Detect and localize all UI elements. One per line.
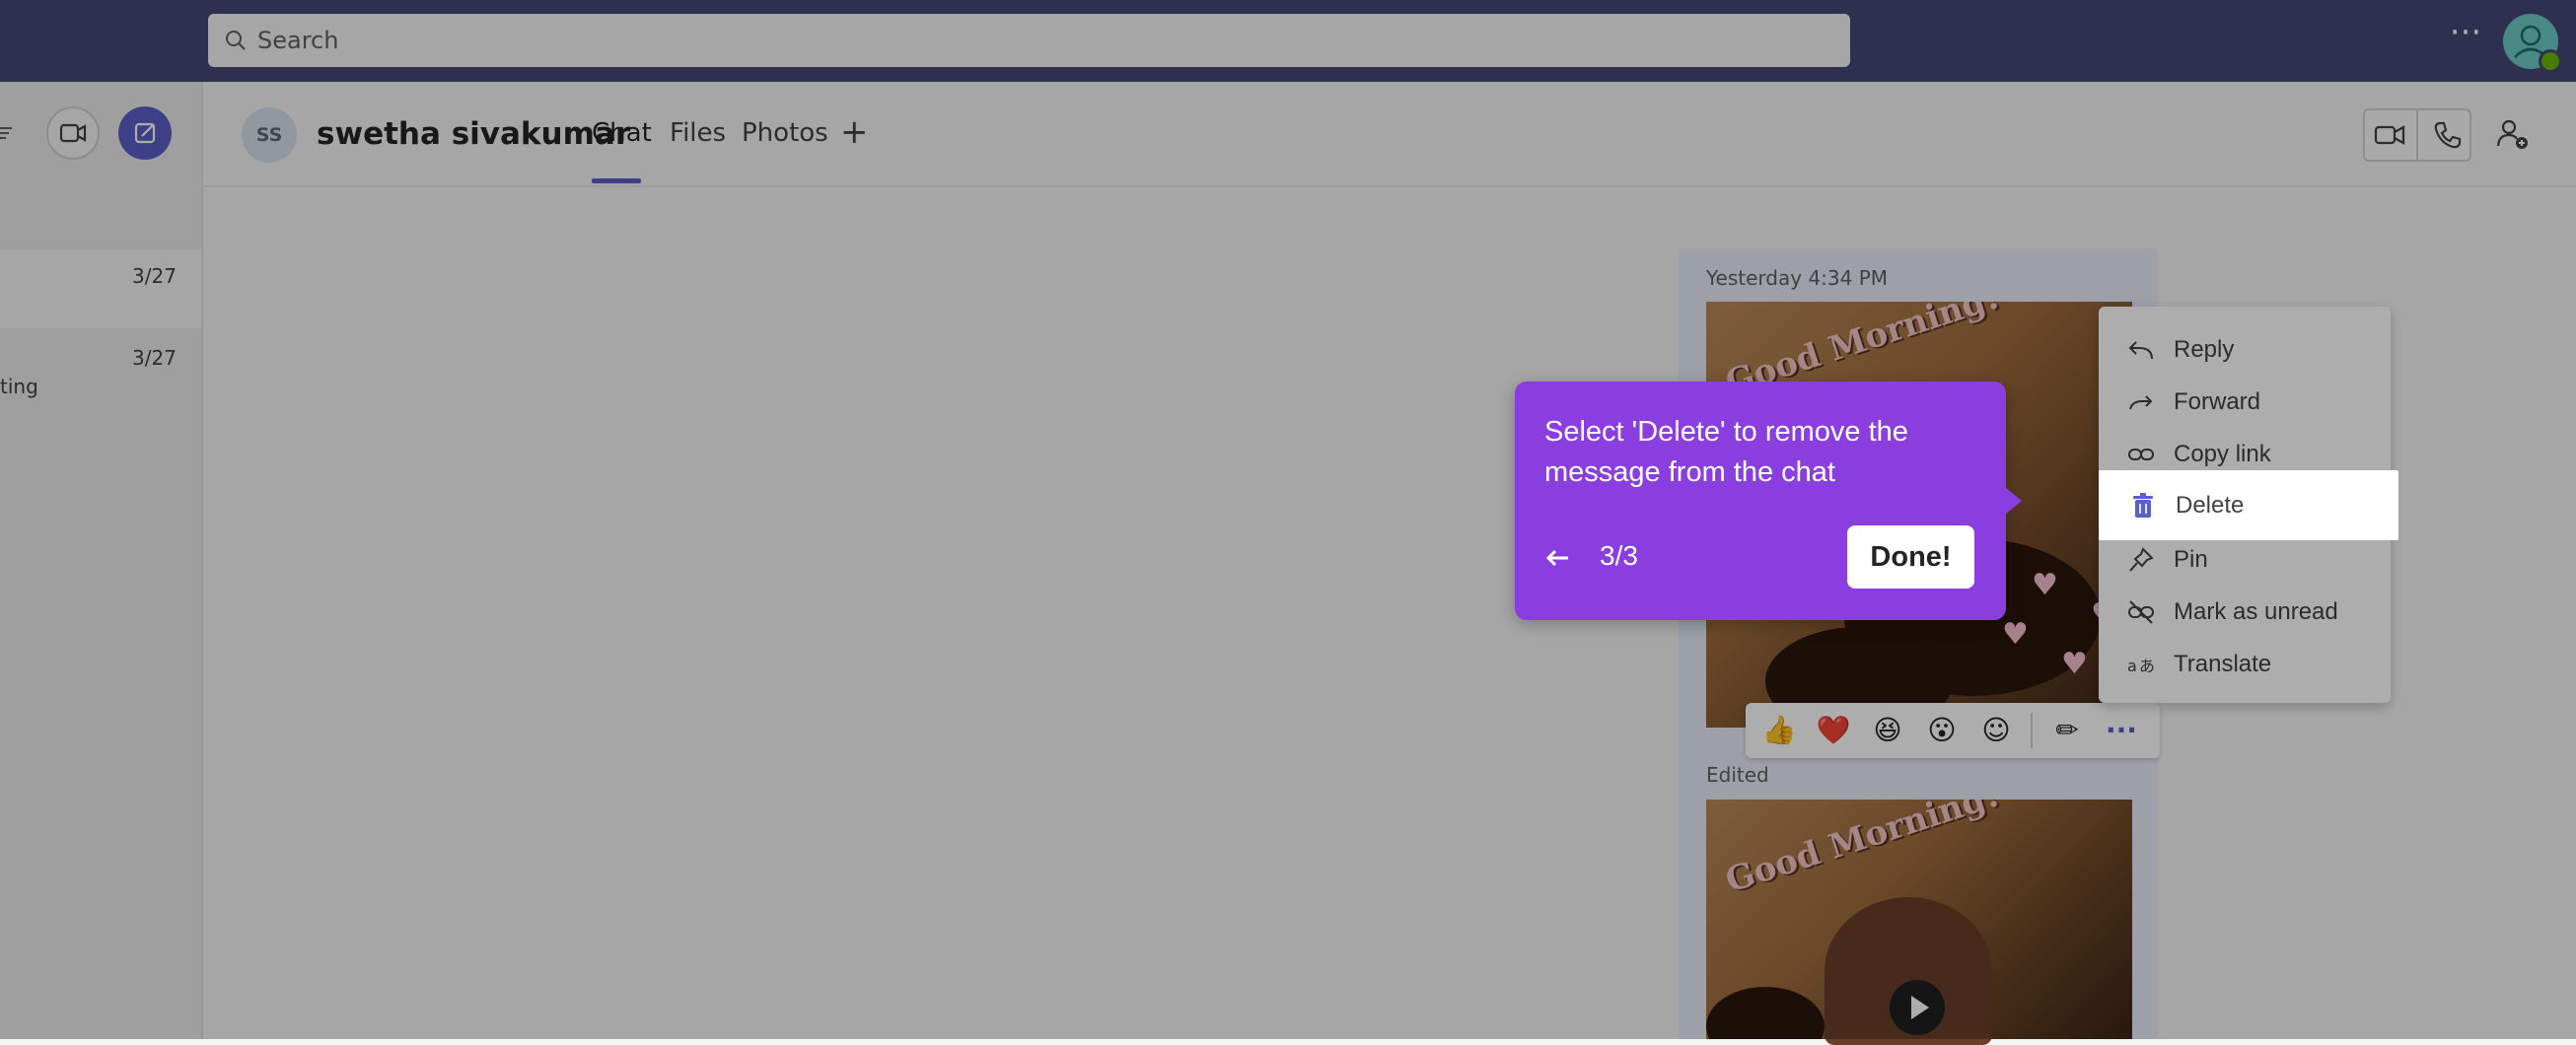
filter-icon[interactable] bbox=[0, 125, 12, 141]
edit-icon[interactable]: ✏ bbox=[2047, 711, 2087, 750]
new-chat-button[interactable] bbox=[118, 106, 172, 160]
unread-icon bbox=[2128, 600, 2154, 624]
search-box[interactable]: Search bbox=[208, 14, 1850, 67]
contact-name: swetha sivakumar bbox=[317, 116, 631, 152]
reaction-divider bbox=[2031, 713, 2033, 748]
video-icon bbox=[59, 123, 87, 143]
menu-item-reply[interactable]: Reply bbox=[2099, 324, 2391, 376]
meet-now-button[interactable] bbox=[46, 106, 100, 160]
menu-item-delete[interactable]: Delete bbox=[2099, 470, 2398, 540]
contact-avatar[interactable]: SS bbox=[242, 107, 297, 163]
coach-step-counter: 3/3 bbox=[1600, 540, 1638, 571]
menu-item-label: Pin bbox=[2174, 546, 2208, 573]
reply-icon bbox=[2128, 341, 2153, 360]
forward-icon bbox=[2129, 395, 2153, 410]
add-tab-button[interactable]: + bbox=[840, 112, 869, 152]
edited-label: Edited bbox=[1706, 763, 1769, 787]
translate-icon: aあ bbox=[2127, 657, 2155, 675]
like-reaction-icon[interactable]: 👍 bbox=[1759, 711, 1799, 750]
link-icon bbox=[2128, 449, 2154, 460]
coach-mark-pointer bbox=[2000, 483, 2022, 519]
tab-chat[interactable]: Chat bbox=[592, 118, 652, 148]
menu-item-label: Forward bbox=[2174, 388, 2261, 415]
menu-item-label: Copy link bbox=[2174, 441, 2271, 467]
search-input[interactable]: Search bbox=[257, 27, 338, 54]
heart-reaction-icon[interactable]: ❤️ bbox=[1814, 711, 1853, 750]
menu-item-label: Translate bbox=[2174, 651, 2272, 677]
tab-files[interactable]: Files bbox=[670, 118, 726, 148]
active-tab-indicator bbox=[592, 178, 641, 183]
call-divider bbox=[2416, 110, 2418, 160]
svg-text:あ: あ bbox=[2139, 657, 2155, 675]
audio-call-icon[interactable] bbox=[2430, 118, 2464, 152]
more-options-icon[interactable]: ··· bbox=[2446, 16, 2485, 61]
people-add-icon[interactable] bbox=[2495, 116, 2531, 152]
play-icon[interactable] bbox=[1890, 980, 1945, 1035]
menu-item-forward[interactable]: Forward bbox=[2099, 377, 2391, 428]
more-options-icon[interactable]: ··· bbox=[2102, 711, 2141, 750]
reaction-bar: 👍 ❤️ 😆 😮 ☺ ✏ ··· bbox=[1746, 703, 2160, 758]
trash-icon bbox=[2133, 492, 2153, 518]
back-arrow-icon[interactable] bbox=[1540, 540, 1576, 576]
chat-list-item[interactable] bbox=[0, 328, 201, 417]
menu-item-label: Mark as unread bbox=[2174, 598, 2338, 625]
chat-item-date: 3/27 bbox=[132, 264, 177, 288]
menu-item-label: Delete bbox=[2176, 491, 2245, 519]
chat-item-snippet: ting bbox=[0, 375, 38, 398]
chat-list-pane bbox=[0, 82, 203, 1039]
svg-text:a: a bbox=[2127, 657, 2137, 675]
search-icon bbox=[226, 31, 246, 50]
coach-mark-text: Select 'Delete' to remove the message fr… bbox=[1544, 416, 1908, 488]
pin-icon bbox=[2129, 547, 2154, 572]
menu-item-pin[interactable]: Pin bbox=[2099, 534, 2391, 586]
image-caption: Good Morning! bbox=[1720, 800, 2005, 901]
add-reaction-icon[interactable]: ☺ bbox=[1976, 711, 2016, 750]
tab-photos[interactable]: Photos bbox=[742, 118, 828, 148]
menu-item-mark-unread[interactable]: Mark as unread bbox=[2099, 587, 2391, 638]
menu-item-label: Reply bbox=[2174, 336, 2235, 363]
video-call-icon[interactable] bbox=[2373, 120, 2408, 150]
message-timestamp: Yesterday 4:34 PM bbox=[1706, 266, 1889, 290]
done-button[interactable]: Done! bbox=[1847, 525, 1974, 589]
surprised-reaction-icon[interactable]: 😮 bbox=[1922, 711, 1962, 750]
presence-status-icon bbox=[2539, 49, 2562, 73]
laugh-reaction-icon[interactable]: 😆 bbox=[1868, 711, 1907, 750]
compose-icon bbox=[134, 122, 156, 144]
menu-item-translate[interactable]: aあ Translate bbox=[2099, 639, 2391, 690]
chat-list-item[interactable] bbox=[0, 249, 201, 328]
